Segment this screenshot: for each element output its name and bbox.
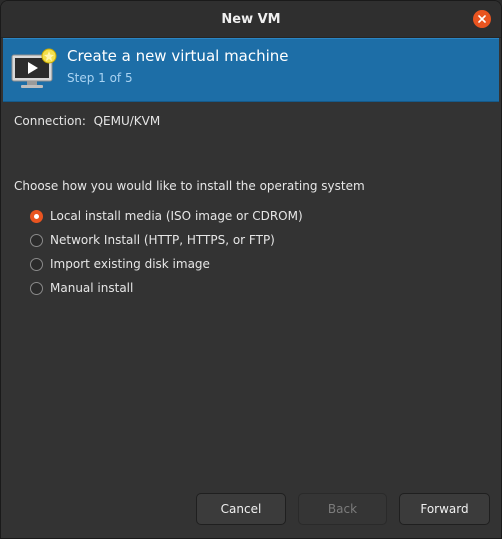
option-label: Manual install (50, 281, 134, 295)
radio-button-checked[interactable] (30, 209, 43, 223)
option-import-disk-image[interactable]: Import existing disk image (30, 252, 303, 276)
close-icon (478, 15, 486, 23)
install-method-options: Local install media (ISO image or CDROM)… (30, 204, 303, 300)
radio-button[interactable] (30, 233, 43, 247)
close-button[interactable] (473, 10, 491, 28)
option-label: Local install media (ISO image or CDROM) (50, 209, 303, 223)
option-manual-install[interactable]: Manual install (30, 276, 303, 300)
radio-button[interactable] (30, 281, 43, 295)
option-network-install[interactable]: Network Install (HTTP, HTTPS, or FTP) (30, 228, 303, 252)
option-local-install-media[interactable]: Local install media (ISO image or CDROM) (30, 204, 303, 228)
connection-label: Connection: QEMU/KVM (14, 114, 161, 128)
step-indicator: Step 1 of 5 (67, 71, 133, 85)
radio-button[interactable] (30, 257, 43, 271)
new-vm-dialog: New VM Create a new virtual machine Step… (0, 0, 502, 539)
header-banner: Create a new virtual machine Step 1 of 5 (3, 38, 499, 102)
forward-button[interactable]: Forward (399, 493, 490, 525)
title-bar[interactable]: New VM (1, 1, 501, 38)
back-button[interactable]: Back (298, 493, 387, 525)
option-label: Import existing disk image (50, 257, 210, 271)
window-title: New VM (221, 11, 281, 27)
banner-title: Create a new virtual machine (67, 47, 289, 65)
vm-monitor-icon (11, 48, 57, 88)
option-label: Network Install (HTTP, HTTPS, or FTP) (50, 233, 275, 247)
install-method-prompt: Choose how you would like to install the… (14, 179, 365, 193)
cancel-button[interactable]: Cancel (196, 493, 286, 525)
